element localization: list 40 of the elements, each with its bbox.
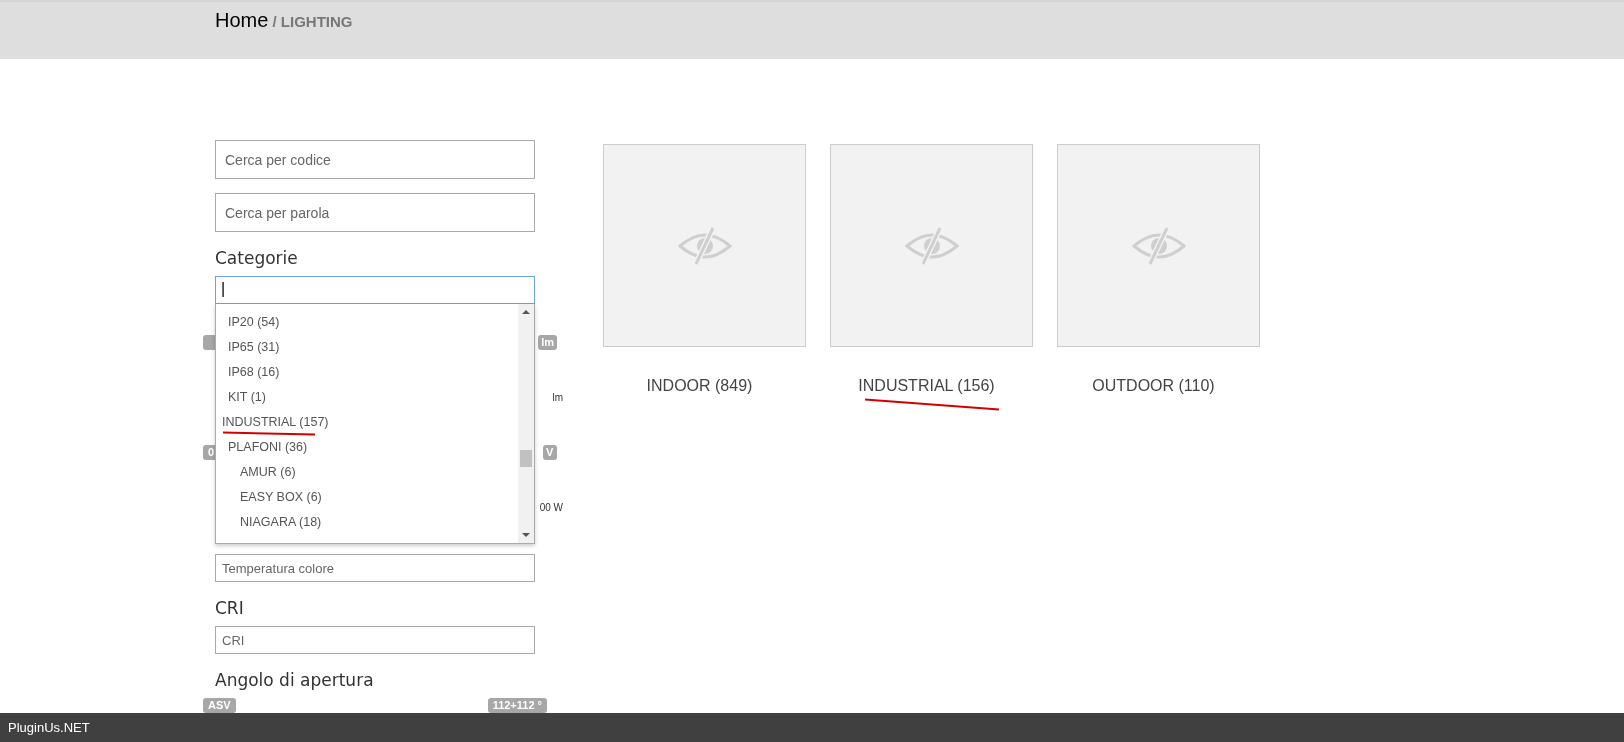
value-text: 00 W bbox=[539, 502, 563, 513]
value-text: lm bbox=[552, 392, 563, 403]
dropdown-option[interactable]: KIT (1) bbox=[216, 385, 518, 410]
section-label: Angolo di apertura bbox=[215, 670, 375, 690]
value-badge: 112+112 ° bbox=[487, 698, 547, 713]
dropdown-option[interactable]: IP65 (31) bbox=[216, 335, 518, 360]
search-field[interactable]: Cerca per codice bbox=[215, 140, 535, 179]
home-link[interactable]: Home bbox=[215, 9, 269, 31]
value-badge: ASV bbox=[203, 698, 236, 713]
scroll-thumb[interactable] bbox=[520, 450, 532, 467]
category-link[interactable]: INDUSTRIAL (156) bbox=[854, 377, 1009, 411]
value-badge: lm bbox=[538, 335, 557, 350]
hidden-eye-icon bbox=[904, 225, 959, 266]
hidden-eye-icon bbox=[1131, 225, 1186, 266]
dropdown-option[interactable]: EASY BOX (6) bbox=[216, 485, 518, 510]
dropdown-option[interactable]: NIAGARA (18) bbox=[216, 510, 518, 535]
dropdown-option[interactable]: AMUR (6) bbox=[216, 460, 518, 485]
category-link[interactable]: OUTDOOR (110) bbox=[1088, 377, 1229, 411]
section-label: Categorie bbox=[215, 248, 299, 268]
image-placeholder[interactable] bbox=[830, 144, 1033, 347]
cri-field[interactable]: CRI bbox=[215, 626, 535, 654]
dropdown-option[interactable]: INDUSTRIAL (157) bbox=[216, 410, 518, 435]
scroll-up-icon[interactable] bbox=[522, 310, 530, 314]
image-placeholder[interactable] bbox=[603, 144, 806, 347]
search-field[interactable]: Cerca per parola bbox=[215, 193, 535, 232]
temperature-field[interactable]: Temperatura colore bbox=[215, 554, 535, 582]
breadcrumb-current: / LIGHTING bbox=[271, 13, 353, 30]
dropdown-option[interactable]: PLAFONI (36) bbox=[216, 435, 518, 460]
hidden-eye-icon bbox=[677, 225, 732, 266]
dropdown-option[interactable]: IP68 (16) bbox=[216, 360, 518, 385]
value-badge: V bbox=[543, 445, 557, 460]
dropdown-option[interactable]: IP20 (54) bbox=[216, 310, 518, 335]
section-label: CRI bbox=[215, 598, 245, 618]
image-placeholder[interactable] bbox=[1057, 144, 1260, 347]
category-link[interactable]: INDOOR (849) bbox=[642, 377, 767, 411]
footer-text: PluginUs.NET bbox=[8, 720, 90, 735]
scroll-down-icon[interactable] bbox=[522, 533, 530, 537]
scrollbar[interactable] bbox=[518, 304, 534, 543]
category-search-field[interactable]: | bbox=[215, 276, 535, 304]
text-caret: | bbox=[221, 280, 226, 297]
